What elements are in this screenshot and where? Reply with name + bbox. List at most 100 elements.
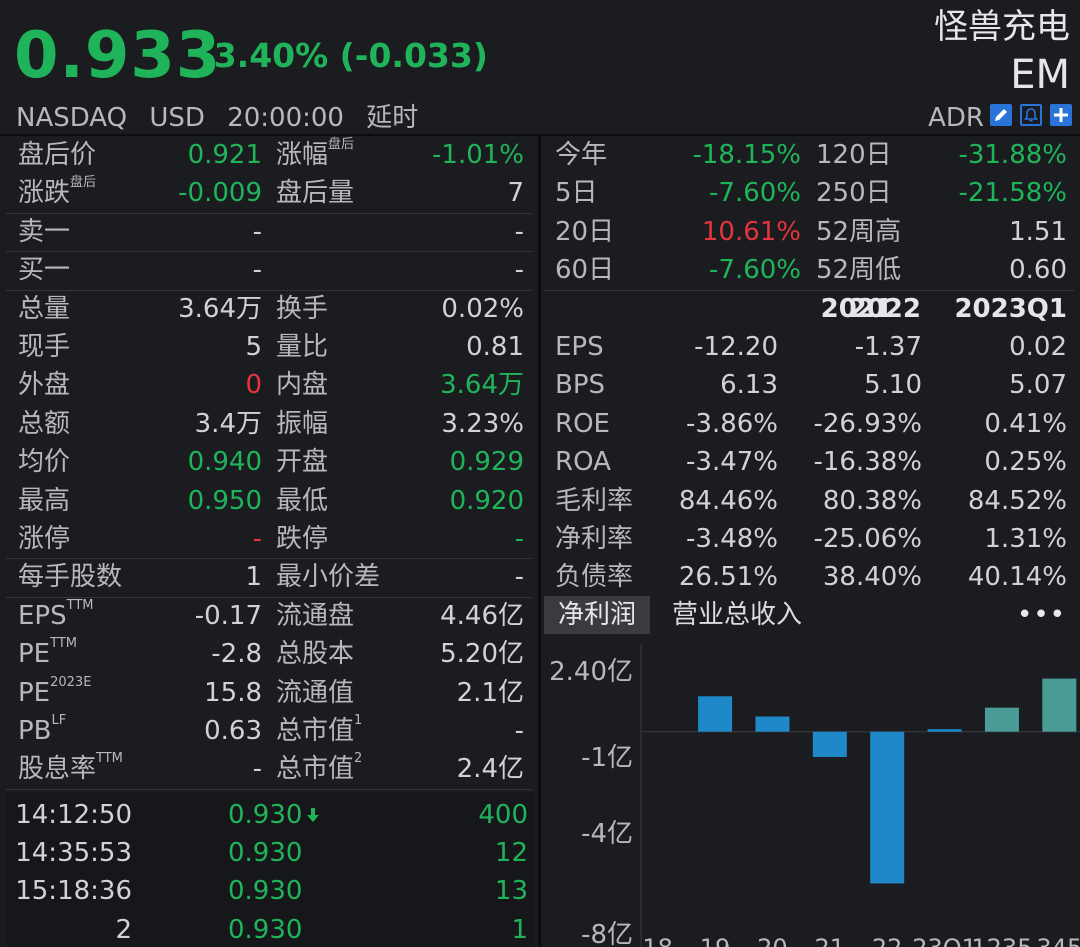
tab-revenue[interactable]: 营业总收入 <box>658 596 816 634</box>
stat-value: 15.8 <box>204 677 262 708</box>
tick-row[interactable]: 2 0.930 1 <box>0 911 538 947</box>
stat-row: 均价 0.940 开盘 0.929 <box>0 443 538 481</box>
tick-price: 0.930 <box>228 872 302 910</box>
tick-price: 0.930 <box>228 911 302 947</box>
stat-label-text: 涨幅 <box>276 140 329 170</box>
perf-value: 0.60 <box>1009 255 1067 286</box>
perf-label: 20日 <box>555 216 615 247</box>
x-tick-label: 18 <box>642 934 673 947</box>
stat-label-text: 总额 <box>18 408 71 439</box>
stat-label-text: 最高 <box>18 485 71 516</box>
stat-label: 量比 <box>276 328 328 366</box>
tick-row[interactable]: 14:12:50 0.930 400 <box>0 796 538 834</box>
stat-value: - <box>252 524 262 554</box>
stat-value: 0.950 <box>187 485 262 516</box>
tick-time: 14:35:53 <box>15 838 132 869</box>
stat-value: - <box>514 524 524 554</box>
fin-value: 0.02 <box>1009 332 1067 362</box>
stat-value: - <box>252 216 262 247</box>
stat-row: 买一 - - <box>0 251 538 289</box>
stat-label-text: PE <box>18 639 51 670</box>
tick-volume: 400 <box>478 799 528 830</box>
fin-row: 净利率 -3.48% -25.06% 1.31% <box>541 520 1080 558</box>
stat-value: 0.63 <box>204 716 262 746</box>
stat-label-sup: 1 <box>354 713 363 728</box>
perf-label: 52周低 <box>816 255 902 286</box>
stat-value: 2.1亿 <box>456 677 524 708</box>
tick-row[interactable]: 14:35:53 0.930 12 <box>0 834 538 872</box>
last-price: 0.933 <box>14 19 222 93</box>
stat-label-sup: TTM <box>66 597 94 613</box>
stat-label: 总额 <box>18 405 70 443</box>
stat-label: 最高 <box>18 482 70 520</box>
stat-value: - <box>514 216 524 247</box>
tick-time: 2 <box>115 914 132 945</box>
stat-value: 0 <box>245 370 262 401</box>
net-profit-bar <box>984 707 1019 732</box>
more-icon[interactable]: ••• <box>1017 596 1066 634</box>
y-tick-label: -8亿 <box>581 920 633 947</box>
plus-icon[interactable] <box>1050 104 1072 126</box>
fin-year-header: 2023Q1 <box>954 293 1067 324</box>
tab-net-profit[interactable]: 净利润 <box>544 596 651 634</box>
stat-label: 内盘 <box>276 366 328 404</box>
stat-value: 0.81 <box>466 332 524 362</box>
delay-label: 延时 <box>366 103 419 133</box>
stat-value: 3.4万 <box>194 408 262 439</box>
fin-row: EPS -12.20 -1.37 0.02 <box>541 328 1080 366</box>
stat-label: 振幅 <box>276 405 328 443</box>
bell-icon[interactable] <box>1020 104 1042 126</box>
fin-value: -1.37 <box>854 332 922 362</box>
stat-value: 0.929 <box>449 447 524 478</box>
stat-label: 涨停 <box>18 520 70 558</box>
tick-time: 15:18:36 <box>15 876 132 907</box>
net-profit-bar <box>812 731 847 757</box>
stat-value: - <box>252 754 262 785</box>
stat-label: 外盘 <box>18 366 70 404</box>
row-divider <box>6 788 532 790</box>
x-tick-label: 20 <box>757 934 788 947</box>
stat-label: 总股本 <box>276 635 354 673</box>
stat-label: 盘后量 <box>276 174 354 212</box>
fin-label: ROE <box>555 408 610 439</box>
stat-label: 开盘 <box>276 443 328 481</box>
pencil-icon[interactable] <box>990 104 1012 126</box>
stat-label-text: 每手股数 <box>18 562 123 593</box>
exchange-label: NASDAQ <box>16 103 128 133</box>
perf-value: -7.60% <box>709 178 801 209</box>
stock-code: EM <box>1010 52 1070 98</box>
stat-value: 1 <box>245 562 262 593</box>
fin-value: 5.07 <box>1009 370 1067 401</box>
perf-value: -7.60% <box>709 255 801 286</box>
perf-value: -21.58% <box>958 178 1067 209</box>
tick-row[interactable]: 15:18:36 0.930 13 <box>0 872 538 910</box>
stat-label: 盘后价 <box>18 136 96 174</box>
stat-label-text: 内盘 <box>276 370 329 401</box>
perf-label: 52周高 <box>816 216 902 247</box>
stat-value: - <box>514 716 524 746</box>
x-tick-label: 23Q1 <box>912 934 977 947</box>
stat-value: 0.921 <box>187 140 262 170</box>
stat-label: 总市值2 <box>276 750 362 788</box>
stat-value: 5 <box>245 332 262 362</box>
stat-row: 外盘 0 内盘 3.64万 <box>0 366 538 404</box>
stat-row: 现手 5 量比 0.81 <box>0 328 538 366</box>
stat-label-text: 流通值 <box>276 677 355 708</box>
stat-label-text: 卖一 <box>18 216 71 247</box>
stat-label-text: 盘后价 <box>18 140 97 170</box>
fin-label: EPS <box>555 332 604 362</box>
stat-label-sup: LF <box>51 713 67 728</box>
y-tick-label: -4亿 <box>581 819 633 849</box>
stat-label-text: 均价 <box>18 447 71 478</box>
stat-label: 最低 <box>276 482 328 520</box>
perf-label: 120日 <box>816 140 892 170</box>
fin-header-row: 2021 2022 2023Q1 <box>541 290 1080 328</box>
quote-header: 0.933 -3.40% (-0.033) 怪兽充电 EM NASDAQ USD… <box>0 0 1080 134</box>
stat-label-sup: TTM <box>96 751 123 767</box>
stat-label-text: 总股本 <box>276 639 355 670</box>
fin-row: ROE -3.86% -26.93% 0.41% <box>541 405 1080 443</box>
stat-value: 3.23% <box>441 408 524 439</box>
y-tick-label: -1亿 <box>581 743 633 773</box>
fin-value: -25.06% <box>813 524 922 554</box>
perf-label: 5日 <box>555 178 598 209</box>
